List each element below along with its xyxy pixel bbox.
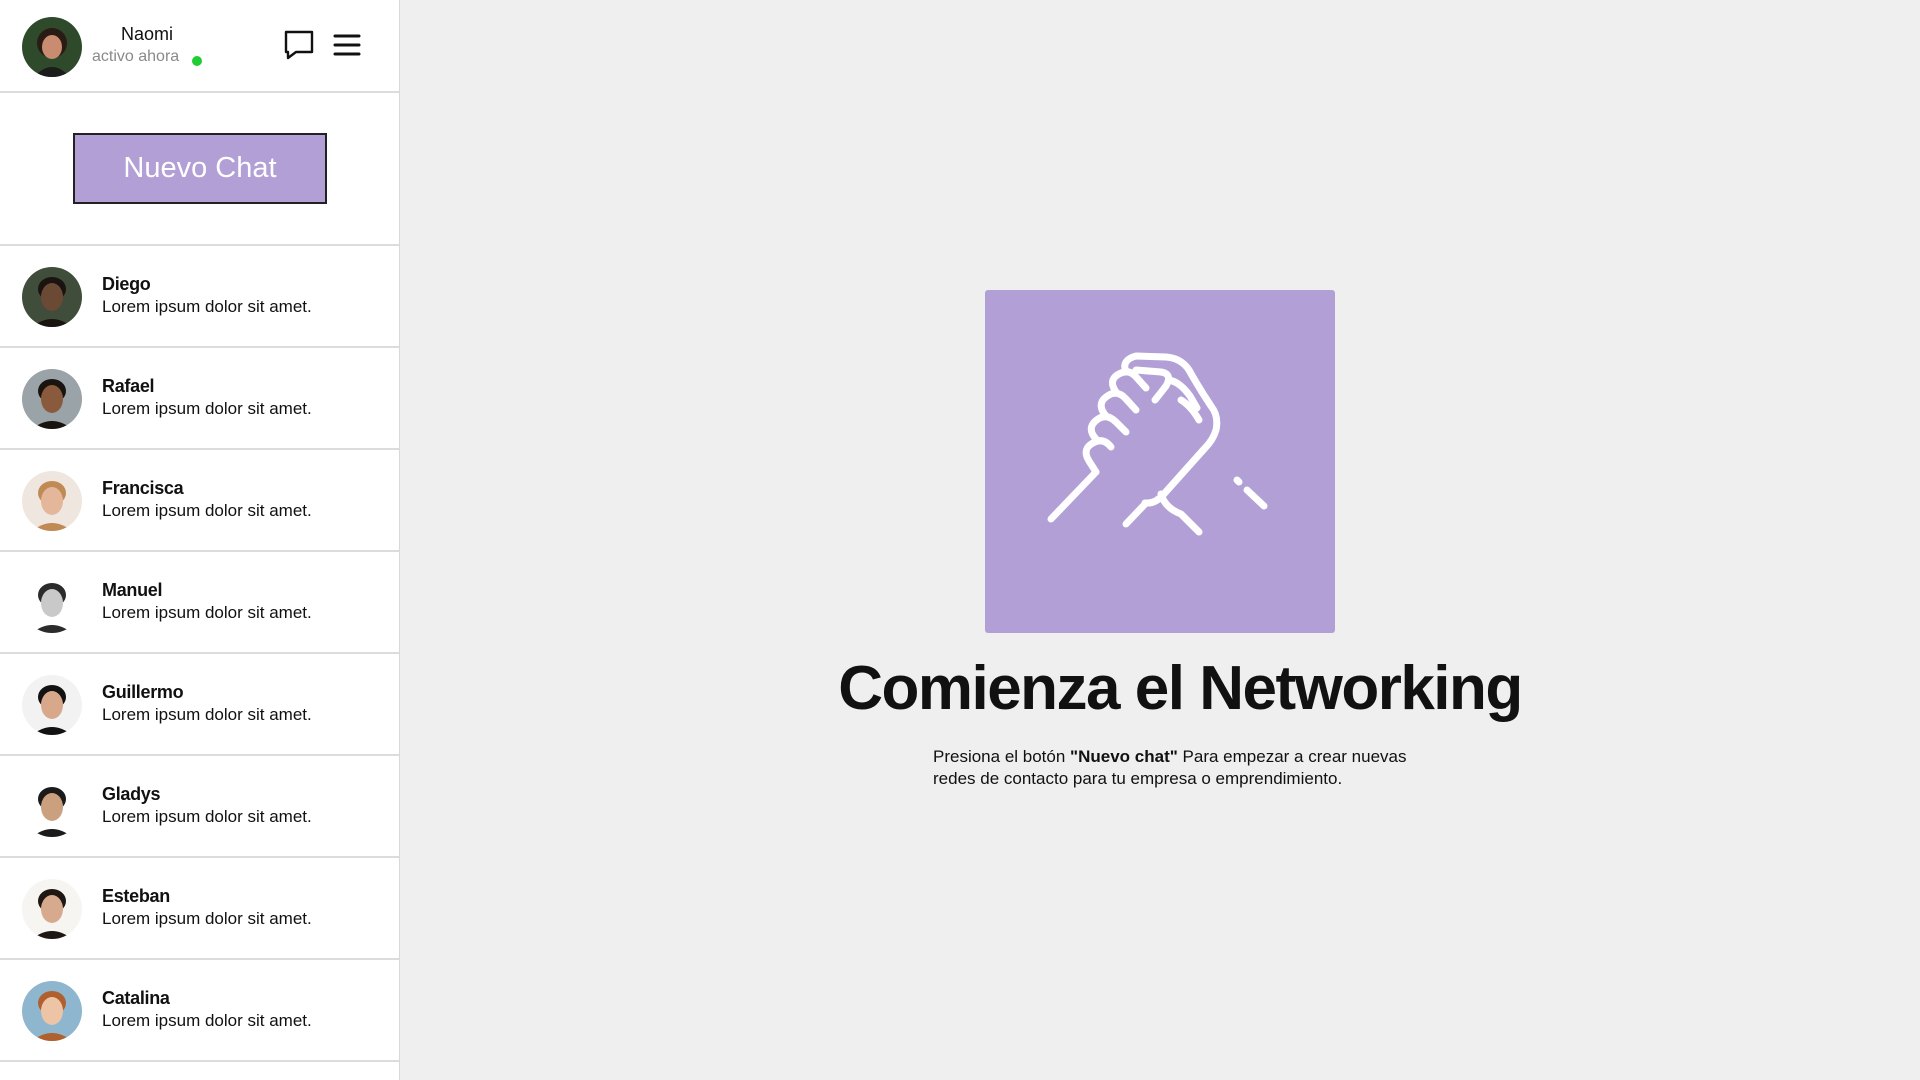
contact-preview: Lorem ipsum dolor sit amet. — [102, 909, 312, 928]
contact-name: Catalina — [102, 988, 170, 1008]
main-panel: Comienza el Networking Presiona el botón… — [400, 0, 1920, 1080]
online-status-dot — [192, 56, 202, 66]
contact-preview: Lorem ipsum dolor sit amet. — [102, 399, 312, 418]
contact-avatar — [22, 573, 82, 633]
contact-item[interactable]: Catalina Lorem ipsum dolor sit amet. — [0, 960, 399, 1062]
contact-preview: Lorem ipsum dolor sit amet. — [102, 1011, 312, 1030]
profile-header: Naomi activo ahora — [0, 0, 399, 93]
contact-avatar — [22, 777, 82, 837]
contact-preview: Lorem ipsum dolor sit amet. — [102, 501, 312, 520]
contact-name: Diego — [102, 274, 151, 294]
contact-list: Diego Lorem ipsum dolor sit amet. Rafael Lo… — [0, 246, 399, 1062]
contact-name: Francisca — [102, 478, 184, 498]
contact-preview: Lorem ipsum dolor sit amet. — [102, 297, 312, 316]
hero-description-bold: "Nuevo chat" — [1070, 747, 1178, 766]
user-name: Naomi — [120, 24, 173, 44]
contact-item[interactable]: Rafael Lorem ipsum dolor sit amet. — [0, 348, 399, 450]
contact-avatar — [22, 267, 82, 327]
contact-item[interactable]: Manuel Lorem ipsum dolor sit amet. — [0, 552, 399, 654]
chat-bubble-icon[interactable] — [282, 28, 316, 62]
contact-avatar — [22, 369, 82, 429]
contact-name: Esteban — [102, 886, 170, 906]
contact-item[interactable]: Gladys Lorem ipsum dolor sit amet. — [0, 756, 399, 858]
contact-item[interactable]: Francisca Lorem ipsum dolor sit amet. — [0, 450, 399, 552]
hero-description: Presiona el botón "Nuevo chat" Para empe… — [933, 747, 1407, 788]
new-chat-area: Nuevo Chat — [0, 93, 399, 246]
sidebar: Naomi activo ahora Nuevo Chat Diego Lorem… — [0, 0, 400, 1080]
hero-title: Comienza el Networking — [838, 654, 1523, 723]
contact-name: Gladys — [102, 784, 161, 804]
new-chat-button[interactable]: Nuevo Chat — [73, 133, 327, 204]
user-avatar[interactable] — [22, 17, 82, 77]
contact-item[interactable]: Guillermo Lorem ipsum dolor sit amet. — [0, 654, 399, 756]
hamburger-menu-icon[interactable] — [330, 28, 364, 62]
contact-item[interactable]: Esteban Lorem ipsum dolor sit amet. — [0, 858, 399, 960]
handshake-icon — [985, 290, 1335, 633]
contact-item[interactable]: Diego Lorem ipsum dolor sit amet. — [0, 246, 399, 348]
contact-name: Guillermo — [102, 682, 184, 702]
contact-avatar — [22, 981, 82, 1041]
contact-name: Rafael — [102, 376, 155, 396]
contact-preview: Lorem ipsum dolor sit amet. — [102, 603, 312, 622]
contact-name: Manuel — [102, 580, 163, 600]
user-status: activo ahora — [92, 48, 180, 65]
contact-avatar — [22, 471, 82, 531]
contact-preview: Lorem ipsum dolor sit amet. — [102, 705, 312, 724]
contact-preview: Lorem ipsum dolor sit amet. — [102, 807, 312, 826]
contact-avatar — [22, 675, 82, 735]
contact-avatar — [22, 879, 82, 939]
